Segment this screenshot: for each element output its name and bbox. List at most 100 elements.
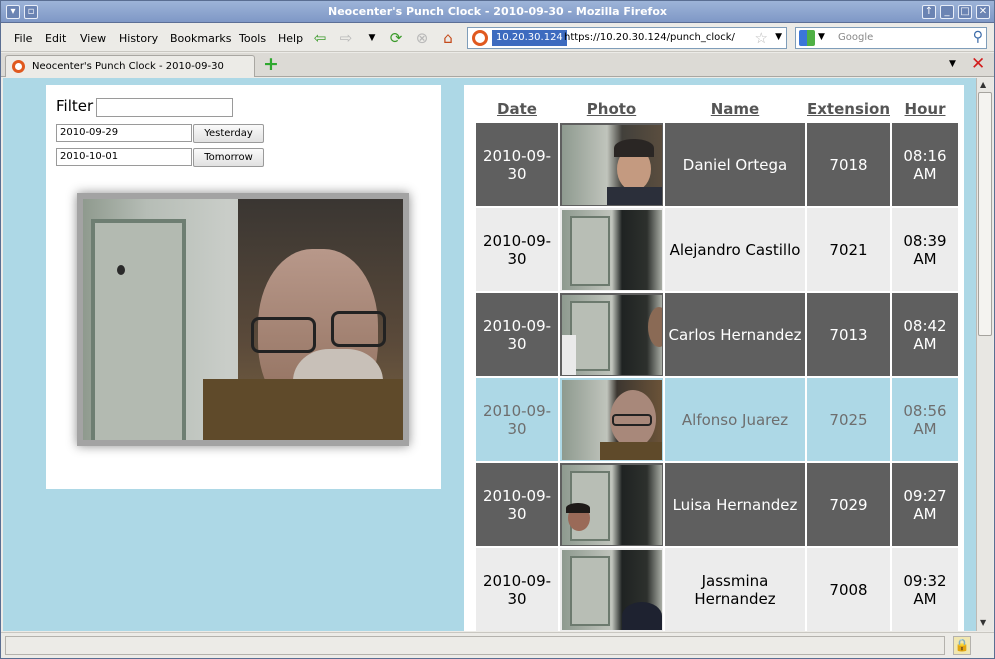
cell-hour: 08:16 AM [892, 123, 958, 206]
cell-extension: 7025 [807, 378, 890, 461]
window-raise-icon[interactable]: ↑ [922, 5, 936, 19]
to-date-field[interactable]: 2010-10-01 [56, 148, 192, 166]
title-bar[interactable]: ▾ ▫ Neocenter's Punch Clock - 2010-09-30… [1, 1, 994, 23]
selected-photo [77, 193, 409, 446]
menu-view[interactable]: View [80, 32, 106, 45]
address-bar[interactable]: 10.20.30.124 https://10.20.30.124/punch_… [467, 27, 787, 49]
bookmark-star-icon[interactable]: ☆ [755, 29, 768, 47]
cell-hour: 09:27 AM [892, 463, 958, 546]
close-window-button[interactable]: ✕ [976, 5, 990, 19]
cell-hour: 08:39 AM [892, 208, 958, 291]
identity-host[interactable]: 10.20.30.124 [492, 30, 567, 46]
cell-date: 2010-09-30 [476, 208, 558, 291]
cell-name: Carlos Hernandez [665, 293, 805, 376]
home-icon[interactable]: ⌂ [439, 29, 457, 47]
menu-bookmarks[interactable]: Bookmarks [170, 32, 231, 45]
search-icon[interactable]: ⚲ [973, 29, 983, 45]
cell-photo[interactable] [560, 123, 663, 206]
table-row[interactable]: 2010-09-30 Daniel Ortega 7018 08:16 AM [476, 123, 958, 206]
menu-help[interactable]: Help [278, 32, 303, 45]
table-row[interactable]: 2010-09-30 Alejandro Castillo 7021 08:39… [476, 208, 958, 291]
history-dropdown-icon[interactable]: ▼ [363, 29, 381, 47]
cell-name: Jassmina Hernandez [665, 548, 805, 631]
reload-icon[interactable]: ⟳ [387, 29, 405, 47]
scroll-up-icon[interactable]: ▲ [980, 80, 986, 89]
stop-icon[interactable]: ⊗ [413, 29, 431, 47]
header-photo[interactable]: Photo [560, 97, 663, 121]
menu-file[interactable]: File [14, 32, 32, 45]
cell-date: 2010-09-30 [476, 378, 558, 461]
thumbnail-photo[interactable] [561, 549, 662, 630]
tab-list-icon[interactable]: ▼ [949, 59, 956, 69]
cell-name: Alfonso Juarez [665, 378, 805, 461]
cell-extension: 7008 [807, 548, 890, 631]
cell-photo[interactable] [560, 548, 663, 631]
header-name[interactable]: Name [665, 97, 805, 121]
table-row[interactable]: 2010-09-30 Jassmina Hernandez 7008 09:32… [476, 548, 958, 631]
ssl-lock-icon[interactable]: 🔒 [953, 636, 971, 655]
cell-date: 2010-09-30 [476, 293, 558, 376]
thumbnail-photo[interactable] [561, 464, 662, 545]
cell-hour: 08:42 AM [892, 293, 958, 376]
header-hour[interactable]: Hour [892, 97, 958, 121]
thumbnail-photo[interactable] [561, 209, 662, 290]
cell-name: Daniel Ortega [665, 123, 805, 206]
forward-icon[interactable]: ⇨ [337, 29, 355, 47]
filter-label: Filter [56, 97, 94, 115]
cell-photo[interactable] [560, 463, 663, 546]
table-row[interactable]: 2010-09-30 Alfonso Juarez 7025 08:56 AM [476, 378, 958, 461]
tab-favicon-icon [12, 60, 25, 73]
filter-input[interactable] [96, 98, 233, 117]
header-date[interactable]: Date [476, 97, 558, 121]
cell-date: 2010-09-30 [476, 463, 558, 546]
thumbnail-photo[interactable] [561, 124, 662, 205]
tab-punch-clock[interactable]: Neocenter's Punch Clock - 2010-09-30 [5, 55, 255, 77]
cell-photo[interactable] [560, 208, 663, 291]
scrollbar-thumb[interactable] [978, 92, 992, 336]
search-engine-icon[interactable] [799, 30, 815, 46]
tomorrow-button[interactable]: Tomorrow [193, 148, 264, 167]
status-text-field [5, 636, 945, 655]
cell-extension: 7013 [807, 293, 890, 376]
maximize-button[interactable]: □ [958, 5, 972, 19]
cell-extension: 7021 [807, 208, 890, 291]
tab-label: Neocenter's Punch Clock - 2010-09-30 [32, 61, 224, 72]
cell-photo[interactable] [560, 293, 663, 376]
menu-tools[interactable]: Tools [239, 32, 266, 45]
back-icon[interactable]: ⇦ [311, 29, 329, 47]
vertical-scrollbar[interactable]: ▲ ▼ [976, 78, 993, 631]
yesterday-button[interactable]: Yesterday [193, 124, 264, 143]
tab-bar: Neocenter's Punch Clock - 2010-09-30 + ▼… [1, 53, 994, 77]
cell-date: 2010-09-30 [476, 548, 558, 631]
page-content: Filter 2010-09-29 Yesterday 2010-10-01 T… [3, 78, 976, 631]
window-title: Neocenter's Punch Clock - 2010-09-30 - M… [328, 5, 667, 18]
punch-table-panel: Date Photo Name Extension Hour 2010-09-3… [464, 85, 964, 631]
filter-panel: Filter 2010-09-29 Yesterday 2010-10-01 T… [46, 85, 441, 489]
minimize-button[interactable]: _ [940, 5, 954, 19]
punch-table: Date Photo Name Extension Hour 2010-09-3… [474, 95, 960, 631]
cell-photo[interactable] [560, 378, 663, 461]
table-row[interactable]: 2010-09-30 Carlos Hernandez 7013 08:42 A… [476, 293, 958, 376]
url-dropdown-icon[interactable]: ▼ [775, 32, 782, 42]
menu-and-nav-bar: File Edit View History Bookmarks Tools H… [1, 24, 994, 52]
from-date-field[interactable]: 2010-09-29 [56, 124, 192, 142]
thumbnail-photo[interactable] [561, 294, 662, 375]
cell-name: Alejandro Castillo [665, 208, 805, 291]
cell-date: 2010-09-30 [476, 123, 558, 206]
scroll-down-icon[interactable]: ▼ [980, 618, 986, 627]
cell-hour: 09:32 AM [892, 548, 958, 631]
search-placeholder: Google [838, 32, 874, 43]
cell-name: Luisa Hernandez [665, 463, 805, 546]
table-row[interactable]: 2010-09-30 Luisa Hernandez 7029 09:27 AM [476, 463, 958, 546]
thumbnail-photo[interactable] [561, 379, 662, 460]
search-engine-dropdown-icon[interactable]: ▼ [818, 32, 825, 42]
close-tab-icon[interactable]: ✕ [971, 54, 985, 74]
status-bar: 🔒 [1, 632, 994, 658]
search-box[interactable]: ▼ Google ⚲ [795, 27, 987, 49]
menu-edit[interactable]: Edit [45, 32, 66, 45]
url-text[interactable]: https://10.20.30.124/punch_clock/ [564, 32, 735, 43]
header-extension[interactable]: Extension [807, 97, 890, 121]
browser-window: ▾ ▫ Neocenter's Punch Clock - 2010-09-30… [0, 0, 995, 659]
new-tab-icon[interactable]: + [263, 54, 279, 74]
menu-history[interactable]: History [119, 32, 158, 45]
